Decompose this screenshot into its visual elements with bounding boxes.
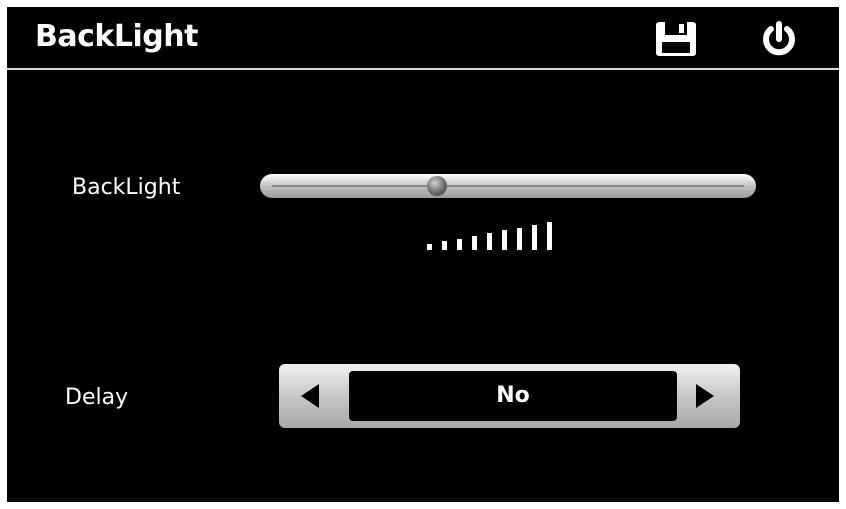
delay-label: Delay — [65, 385, 129, 410]
delay-prev-button[interactable] — [279, 364, 339, 428]
power-icon — [763, 21, 795, 56]
level-bar — [532, 224, 537, 250]
level-bar — [517, 227, 522, 250]
level-bar — [487, 233, 492, 250]
slider-groove — [272, 185, 744, 187]
page-title: BackLight — [35, 19, 198, 54]
level-bar — [502, 230, 507, 250]
backlight-slider[interactable] — [260, 174, 756, 198]
level-bar — [427, 244, 432, 250]
backlight-label: BackLight — [72, 175, 181, 200]
title-bar: BackLight — [7, 7, 839, 69]
level-bar — [547, 222, 552, 250]
level-bar — [442, 241, 447, 250]
delay-value: No — [349, 371, 677, 421]
level-bar — [457, 238, 462, 250]
floppy-disk-icon — [656, 22, 696, 56]
power-button[interactable] — [760, 20, 798, 58]
title-divider — [7, 68, 839, 70]
slider-thumb[interactable] — [427, 176, 448, 196]
level-bar — [472, 235, 477, 250]
delay-selector: No — [279, 364, 740, 428]
save-button[interactable] — [655, 21, 697, 57]
delay-next-button[interactable] — [680, 364, 740, 428]
backlight-settings-screen: BackLight BackLight Delay No — [7, 7, 839, 502]
